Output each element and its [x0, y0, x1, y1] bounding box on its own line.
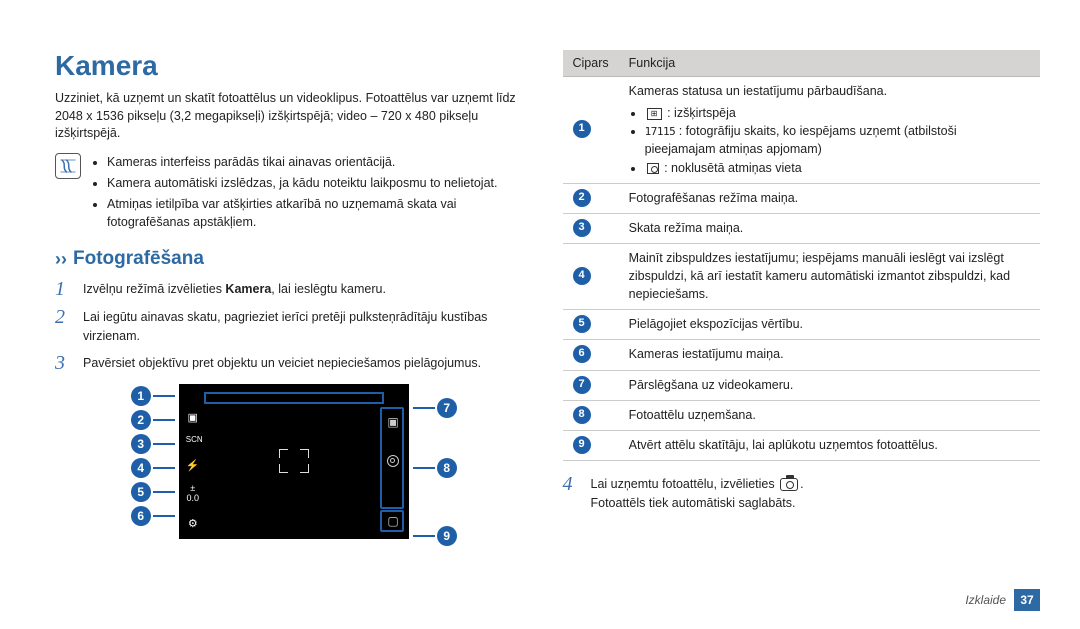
row-desc: Skata režīma maiņa.	[619, 213, 1040, 243]
row-badge: 5	[573, 315, 591, 333]
storage-icon	[647, 163, 659, 174]
note-item: Atmiņas ietilpība var atšķirties atkarīb…	[107, 195, 533, 231]
step-number: 4	[563, 473, 581, 513]
row-desc: Pielāgojiet ekspozīcijas vērtību.	[619, 310, 1040, 340]
callout-5: 5	[131, 482, 151, 502]
table-row: 2 Fotografēšanas režīma maiņa.	[563, 183, 1041, 213]
step-number: 1	[55, 278, 73, 300]
scene-icon: SCN	[186, 435, 200, 444]
table-row: 7 Pārslēgšana uz videokameru.	[563, 370, 1041, 400]
table-row: 5 Pielāgojiet ekspozīcijas vērtību.	[563, 310, 1041, 340]
row-desc: Fotoattēlu uzņemšana.	[619, 400, 1040, 430]
switch-video-icon: ▣	[387, 415, 398, 429]
table-row: 8 Fotoattēlu uzņemšana.	[563, 400, 1041, 430]
row-desc: Pārslēgšana uz videokameru.	[619, 370, 1040, 400]
mode-icon: ▣	[186, 411, 200, 424]
resolution-icon: ⊞	[647, 108, 662, 120]
row-desc: Fotografēšanas režīma maiņa.	[619, 183, 1040, 213]
callout-1: 1	[131, 386, 151, 406]
footer-section: Izklaide	[965, 593, 1006, 607]
callout-3: 3	[131, 434, 151, 454]
table-row: 4 Mainīt zibspuldzes iestatījumu; iespēja…	[563, 243, 1041, 309]
exposure-icon: ±0.0	[186, 483, 200, 503]
table-row: 9 Atvērt attēlu skatītāju, lai aplūkotu u…	[563, 430, 1041, 460]
callout-2: 2	[131, 410, 151, 430]
step-text: Lai uzņemtu fotoattēlu, izvēlieties . Fo…	[591, 473, 1041, 513]
row-badge: 6	[573, 345, 591, 363]
callout-7: 7	[437, 398, 457, 418]
note-icon	[55, 153, 81, 179]
step-number: 2	[55, 306, 73, 346]
callout-4: 4	[131, 458, 151, 478]
callout-9: 9	[437, 526, 457, 546]
counter-value: 17115	[645, 125, 676, 138]
row-badge: 7	[573, 376, 591, 394]
row-badge: 1	[573, 120, 591, 138]
function-table: Cipars Funkcija 1 Kameras statusa un ies…	[563, 50, 1041, 461]
row-badge: 2	[573, 189, 591, 207]
callout-6: 6	[131, 506, 151, 526]
camera-screen-illustration: ▣ SCN ⚡ ±0.0 ⚙ ▣ ▢	[179, 384, 409, 539]
table-row: 3 Skata režīma maiņa.	[563, 213, 1041, 243]
callout-8: 8	[437, 458, 457, 478]
page-title: Kamera	[55, 50, 533, 82]
camera-diagram: 1 2 3 4 5 6 ▣ SCN ⚡ ±0.0 ⚙ ▣	[131, 384, 457, 546]
row-badge: 4	[573, 267, 591, 285]
gallery-icon: ▢	[387, 514, 398, 528]
row-desc: Mainīt zibspuldzes iestatījumu; iespējam…	[619, 243, 1040, 309]
page-number: 37	[1014, 589, 1040, 611]
note-item: Kamera automātiski izslēdzas, ja kādu no…	[107, 174, 533, 192]
step-number: 3	[55, 352, 73, 374]
row-desc: Atvērt attēlu skatītāju, lai aplūkotu uz…	[619, 430, 1040, 460]
step-text: Pavērsiet objektīvu pret objektu un veic…	[83, 352, 533, 374]
step-text: Izvēlņu režīmā izvēlieties Kamera, lai i…	[83, 278, 533, 300]
row-badge: 8	[573, 406, 591, 424]
notes-list: Kameras interfeiss parādās tikai ainavas…	[91, 153, 533, 235]
step-text: Lai iegūtu ainavas skatu, pagrieziet ier…	[83, 306, 533, 346]
th-function: Funkcija	[619, 50, 1040, 77]
note-item: Kameras interfeiss parādās tikai ainavas…	[107, 153, 533, 171]
row-badge: 3	[573, 219, 591, 237]
settings-icon: ⚙	[186, 517, 200, 530]
flash-icon: ⚡	[186, 459, 200, 472]
th-number: Cipars	[563, 50, 619, 77]
table-row: 6 Kameras iestatījumu maiņa.	[563, 340, 1041, 370]
shutter-icon	[387, 455, 399, 470]
camera-icon	[780, 478, 798, 491]
row-badge: 9	[573, 436, 591, 454]
chevron-right-icon: ››	[55, 249, 67, 270]
row-desc: Kameras iestatījumu maiņa.	[619, 340, 1040, 370]
table-row: 1 Kameras statusa un iestatījumu pārbaud…	[563, 77, 1041, 184]
section-title: Fotografēšana	[73, 248, 204, 270]
intro-text: Uzziniet, kā uzņemt un skatīt fotoattēlu…	[55, 90, 533, 143]
row-desc: Kameras statusa un iestatījumu pārbaudīš…	[619, 77, 1040, 184]
